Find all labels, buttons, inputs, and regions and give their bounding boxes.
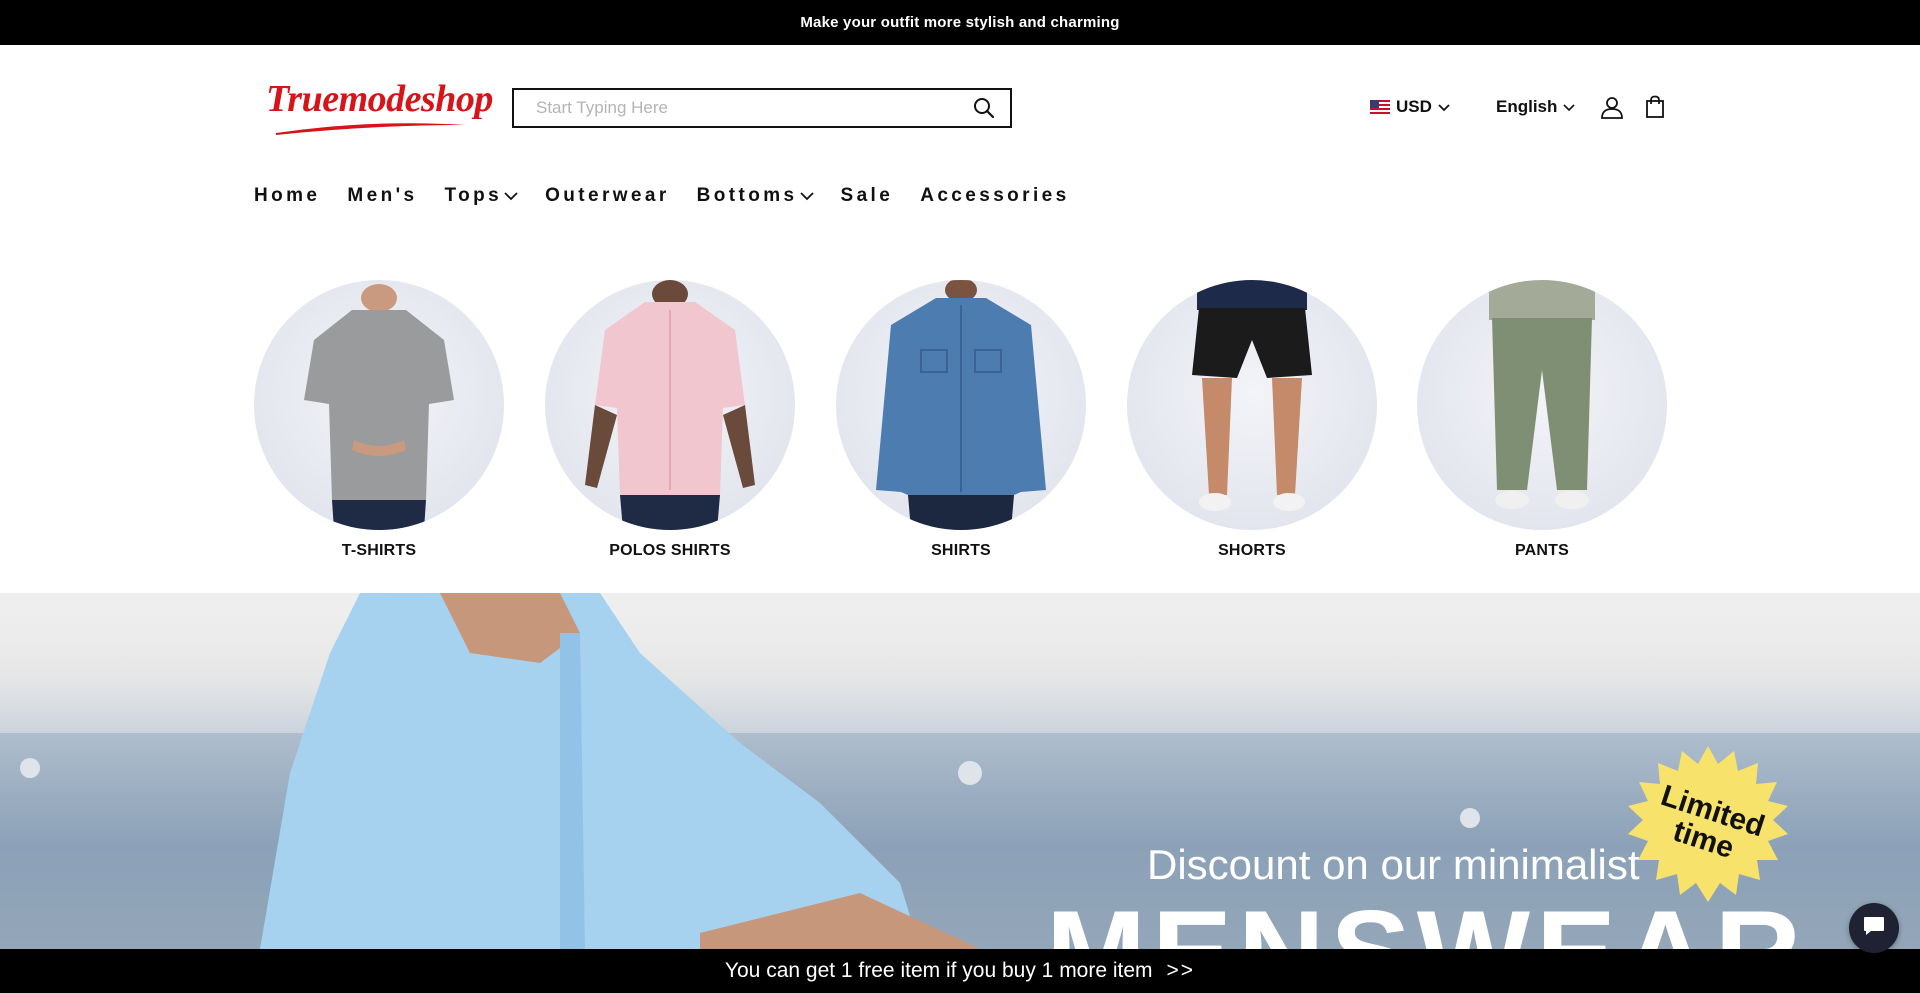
main-nav: Home Men's Tops Outerwear Bottoms Sale A… [254,185,1097,207]
chevron-down-icon [504,185,518,207]
nav-item-accessories[interactable]: Accessories [920,185,1069,207]
nav-label: Accessories [920,185,1070,206]
category-image-shirt [836,280,1086,530]
chat-button[interactable] [1849,903,1899,953]
category-carousel: T-SHIRTS POLOS SHIRTS SHIRTS SHORTS PANT… [0,280,1920,560]
category-shirts[interactable]: SHIRTS [836,280,1086,560]
category-shorts[interactable]: SHORTS [1127,280,1377,560]
nav-label: Sale [840,185,894,206]
category-tshirts[interactable]: T-SHIRTS [254,280,504,560]
chevron-down-icon [1563,97,1575,117]
nav-item-tops[interactable]: Tops [444,185,518,207]
logo-swoosh [276,123,466,135]
nav-item-sale[interactable]: Sale [841,185,894,207]
announcement-text: Make your outfit more stylish and charmi… [800,14,1120,31]
language-label: English [1496,97,1558,116]
user-icon[interactable] [1600,95,1624,124]
site-header: Truemodeshop USD English Home Men's Tops [0,45,1920,215]
category-label: PANTS [1514,542,1570,559]
nav-label: Bottoms [696,185,798,206]
category-label: POLOS SHIRTS [609,542,731,559]
announcement-bar: Make your outfit more stylish and charmi… [0,0,1920,45]
language-selector[interactable]: English [1496,97,1575,117]
currency-selector[interactable]: USD [1370,97,1450,117]
chevron-down-icon [1438,97,1450,117]
nav-item-outerwear[interactable]: Outerwear [545,185,670,207]
hero-banner[interactable]: Discount on our minimalist MENSWEAR Limi… [0,593,1920,949]
category-label: SHORTS [1218,542,1286,559]
currency-label: USD [1396,97,1432,116]
category-label: T-SHIRTS [341,542,417,559]
nav-item-bottoms[interactable]: Bottoms [697,185,814,207]
nav-label: Outerwear [545,185,670,206]
category-image-shorts [1127,280,1377,530]
category-image-tshirt [254,280,504,530]
chat-icon [1862,915,1886,942]
nav-label: Tops [444,185,503,206]
category-image-pants [1417,280,1667,530]
limited-time-badge: Limited time [1628,746,1788,906]
nav-item-home[interactable]: Home [254,185,320,207]
hero-subtitle: Discount on our minimalist [1147,841,1640,888]
nav-item-mens[interactable]: Men's [347,185,417,207]
search-input[interactable] [514,90,958,126]
logo[interactable]: Truemodeshop [264,77,493,139]
search-icon[interactable] [958,90,1010,126]
promo-bar[interactable]: You can get 1 free item if you buy 1 mor… [0,949,1920,993]
category-image-polo [545,280,795,530]
category-pants[interactable]: PANTS [1417,280,1667,560]
us-flag-icon [1370,100,1390,114]
chevron-down-icon [799,185,814,207]
promo-text: You can get 1 free item if you buy 1 mor… [724,959,1153,982]
category-polos-shirts[interactable]: POLOS SHIRTS [545,280,795,560]
search-bar [512,88,1012,128]
shopping-bag-icon[interactable] [1644,95,1666,124]
category-label: SHIRTS [931,542,991,559]
promo-arrows: >> [1166,959,1196,982]
nav-label: Men's [347,185,418,206]
nav-label: Home [254,185,321,206]
